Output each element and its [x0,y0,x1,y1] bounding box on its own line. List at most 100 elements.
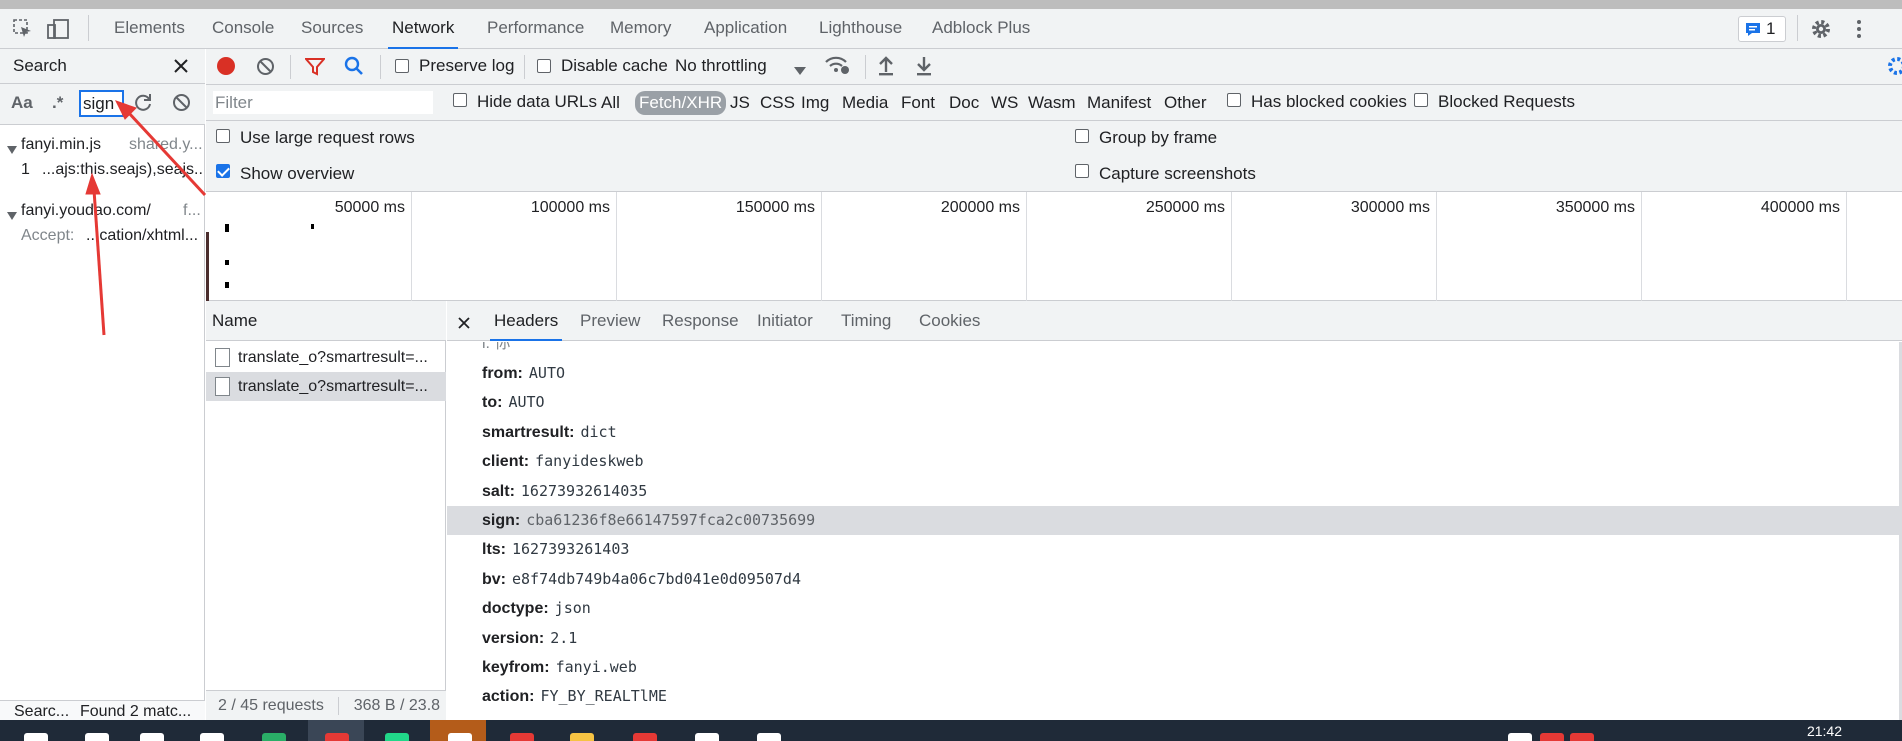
name-column-header[interactable]: Name [206,301,446,341]
result-expand-icon[interactable] [7,140,17,154]
request-row-selected[interactable]: translate_o?smartresult=... [206,372,446,401]
windows-start-icon[interactable] [24,733,48,741]
form-data-row[interactable]: smartresult: dict [447,418,1899,447]
large-rows-checkbox[interactable] [216,129,230,143]
task-view-icon[interactable] [140,733,164,741]
details-tab-timing[interactable]: Timing [837,301,895,341]
search-icon[interactable] [344,56,364,76]
chevron-down-icon[interactable] [794,61,806,75]
request-row[interactable]: translate_o?smartresult=... [206,343,446,372]
filter-type-all[interactable]: All [597,91,624,115]
filter-type-doc[interactable]: Doc [945,91,983,115]
match-case-toggle[interactable]: Aa [11,93,33,113]
blocked-requests-checkbox[interactable] [1414,93,1428,107]
tab-elements[interactable]: Elements [110,9,189,49]
result-expand-icon[interactable] [7,206,17,220]
form-data-row[interactable]: salt: 16273932614035 [447,477,1899,506]
app-white-icon[interactable] [695,733,719,741]
form-data-row[interactable]: client: fanyideskweb [447,447,1899,476]
details-tab-headers[interactable]: Headers [490,301,563,341]
chrome-icon[interactable] [325,733,349,741]
details-tab-response[interactable]: Response [658,301,743,341]
form-data-row[interactable]: action: FY_BY_REALTlME [447,682,1899,711]
filter-type-wasm[interactable]: Wasm [1024,91,1080,115]
filter-funnel-icon[interactable] [303,57,327,76]
form-data-row[interactable]: keyfrom: fanyi.web [447,653,1899,682]
filter-type-img[interactable]: Img [797,91,833,115]
disable-cache-checkbox[interactable] [537,59,551,73]
filter-type-other[interactable]: Other [1160,91,1211,115]
document-icon [215,348,230,367]
overview-gridline [1231,192,1232,301]
tab-sources[interactable]: Sources [297,9,367,49]
app-red-icon[interactable] [510,733,534,741]
network-settings-gear-icon[interactable] [1886,55,1902,77]
filter-input[interactable]: Filter [212,90,434,115]
overview-tick-label: 50000 ms [334,199,405,216]
preserve-log-checkbox[interactable] [395,59,409,73]
tab-network[interactable]: Network [388,9,459,49]
inspect-element-icon[interactable] [12,18,34,40]
form-data-row[interactable]: doctype: json [447,594,1899,623]
form-data-row[interactable]: version: 2.1 [447,624,1899,653]
filter-type-ws[interactable]: WS [987,91,1022,115]
tray-icon[interactable] [1508,733,1532,741]
pycharm-icon[interactable] [385,733,409,741]
tab-adblock-plus[interactable]: Adblock Plus [928,9,1034,49]
tab-performance[interactable]: Performance [483,9,588,49]
export-har-icon[interactable] [915,55,933,76]
wechat-icon[interactable] [262,733,286,741]
tab-memory[interactable]: Memory [606,9,675,49]
settings-gear-icon[interactable] [1810,18,1832,40]
throttling-select[interactable]: No throttling [675,56,767,76]
result-snippet[interactable]: ...cation/xhtml... [86,227,204,245]
form-data-row[interactable]: to: AUTO [447,388,1899,417]
app-white-icon-2[interactable] [757,733,781,741]
search-icon[interactable] [85,733,109,741]
tab-console[interactable]: Console [208,9,278,49]
group-by-frame-checkbox[interactable] [1075,129,1089,143]
filter-type-fetch-xhr[interactable]: Fetch/XHR [635,91,727,115]
filter-type-js[interactable]: JS [726,91,754,115]
result-file-name[interactable]: fanyi.youdao.com/ [21,202,151,220]
chrome-canary-icon[interactable] [448,733,472,741]
more-options-icon[interactable] [1855,18,1863,40]
has-blocked-cookies-checkbox[interactable] [1227,93,1241,107]
regex-toggle[interactable]: .* [52,93,63,113]
filter-type-manifest[interactable]: Manifest [1083,91,1155,115]
refresh-search-icon[interactable] [134,93,153,112]
record-button[interactable] [216,56,236,76]
network-overview-timeline[interactable]: 50000 ms 100000 ms 150000 ms 200000 ms 25000… [206,192,1902,301]
clear-search-icon[interactable] [172,93,191,112]
details-tab-initiator[interactable]: Initiator [753,301,817,341]
capture-screenshots-checkbox[interactable] [1075,164,1089,178]
search-input[interactable]: sign [79,90,124,117]
tray-red-icon-2[interactable] [1570,733,1594,741]
filter-type-css[interactable]: CSS [756,91,799,115]
hide-data-urls-checkbox[interactable] [453,93,467,107]
show-overview-checkbox[interactable] [216,164,230,178]
filter-type-media[interactable]: Media [838,91,892,115]
result-file-name[interactable]: fanyi.min.js [21,136,101,154]
issues-button[interactable]: 1 [1738,16,1786,42]
form-data-row[interactable]: lts: 1627393261403 [447,535,1899,564]
clear-log-icon[interactable] [256,57,275,76]
network-conditions-icon[interactable] [824,55,850,77]
details-tab-preview[interactable]: Preview [576,301,644,341]
form-data-row[interactable]: bv: e8f74db749b4a06c7bd041e0d09507d4 [447,565,1899,594]
tray-red-icon[interactable] [1540,733,1564,741]
result-snippet[interactable]: ...ajs:this.seajs),seajs.... [42,161,204,179]
form-data-row[interactable]: from: AUTO [447,359,1899,388]
tab-lighthouse[interactable]: Lighthouse [815,9,906,49]
close-details-icon[interactable] [458,314,470,329]
details-tab-cookies[interactable]: Cookies [915,301,984,341]
device-toolbar-icon[interactable] [46,18,70,40]
app-icon[interactable] [200,733,224,741]
folder-icon[interactable] [570,733,594,741]
form-data-row[interactable]: sign: cba61236f8e66147597fca2c00735699 [447,506,1899,535]
app-red-icon-2[interactable] [633,733,657,741]
tab-application[interactable]: Application [700,9,791,49]
close-search-icon[interactable] [173,58,189,74]
filter-type-font[interactable]: Font [897,91,939,115]
import-har-icon[interactable] [877,55,895,76]
